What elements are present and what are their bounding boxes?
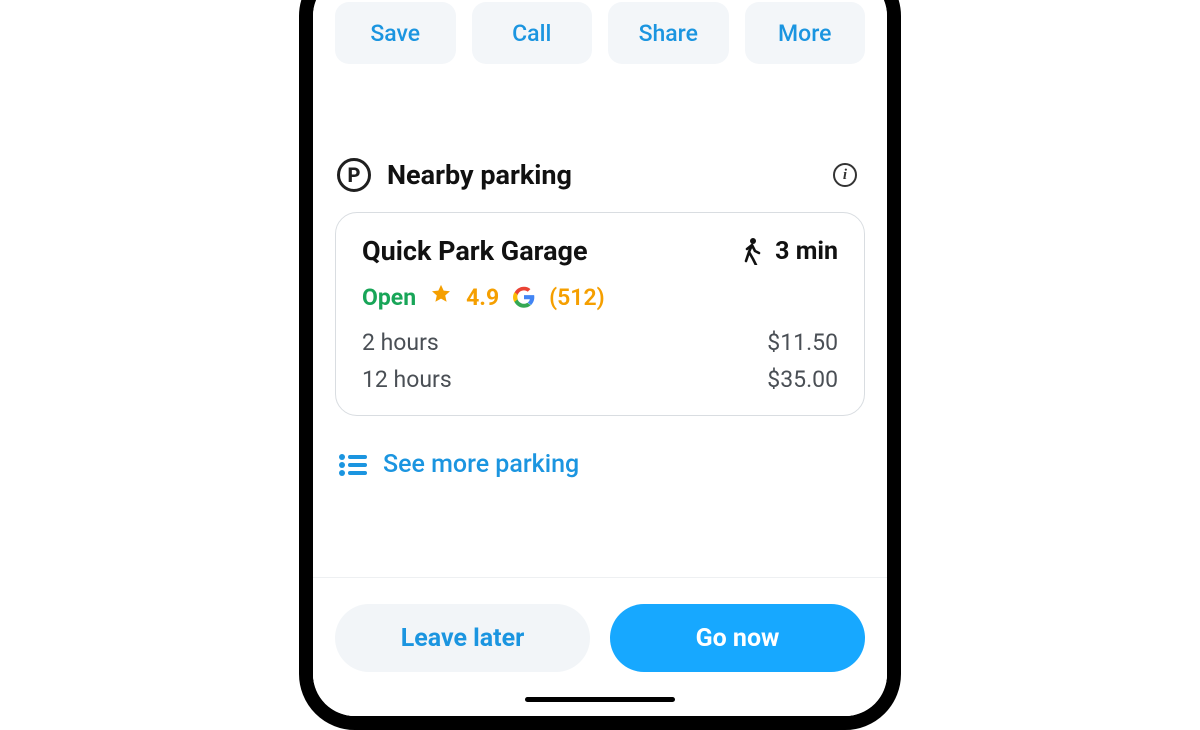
parking-icon: P (337, 158, 371, 192)
quick-actions-row: Save Call Share More (313, 2, 887, 64)
nearby-parking-header: P Nearby parking (313, 158, 887, 192)
call-button[interactable]: Call (472, 2, 593, 64)
price-amount: $11.50 (767, 329, 838, 356)
review-count: (512) (549, 284, 604, 311)
leave-later-button[interactable]: Leave later (335, 604, 590, 672)
price-amount: $35.00 (767, 366, 838, 393)
screen: Save Call Share More P Nearby parking Qu… (313, 0, 887, 716)
walk-time: 3 min (775, 237, 838, 266)
info-icon[interactable] (833, 163, 857, 187)
open-badge: Open (362, 284, 416, 311)
parking-name: Quick Park Garage (362, 235, 588, 267)
price-row: 2 hours $11.50 (362, 329, 838, 356)
home-indicator (525, 697, 675, 702)
parking-meta: Open 4.9 (512) (362, 283, 838, 311)
price-row: 12 hours $35.00 (362, 366, 838, 393)
go-now-button[interactable]: Go now (610, 604, 865, 672)
more-button[interactable]: More (745, 2, 866, 64)
see-more-parking-link[interactable]: See more parking (313, 450, 887, 479)
price-duration: 2 hours (362, 329, 439, 356)
section-title: Nearby parking (387, 159, 572, 191)
walk-icon (741, 237, 763, 265)
parking-card[interactable]: Quick Park Garage 3 min Open (335, 212, 865, 416)
walk-distance: 3 min (741, 237, 838, 266)
list-icon (339, 454, 367, 476)
share-button[interactable]: Share (608, 2, 729, 64)
rating-value: 4.9 (466, 284, 499, 311)
star-icon (430, 283, 452, 311)
google-icon (513, 286, 535, 308)
save-button[interactable]: Save (335, 2, 456, 64)
phone-frame: Save Call Share More P Nearby parking Qu… (299, 0, 901, 730)
bottom-bar: Leave later Go now (313, 577, 887, 716)
price-duration: 12 hours (362, 366, 452, 393)
see-more-label: See more parking (383, 450, 579, 479)
